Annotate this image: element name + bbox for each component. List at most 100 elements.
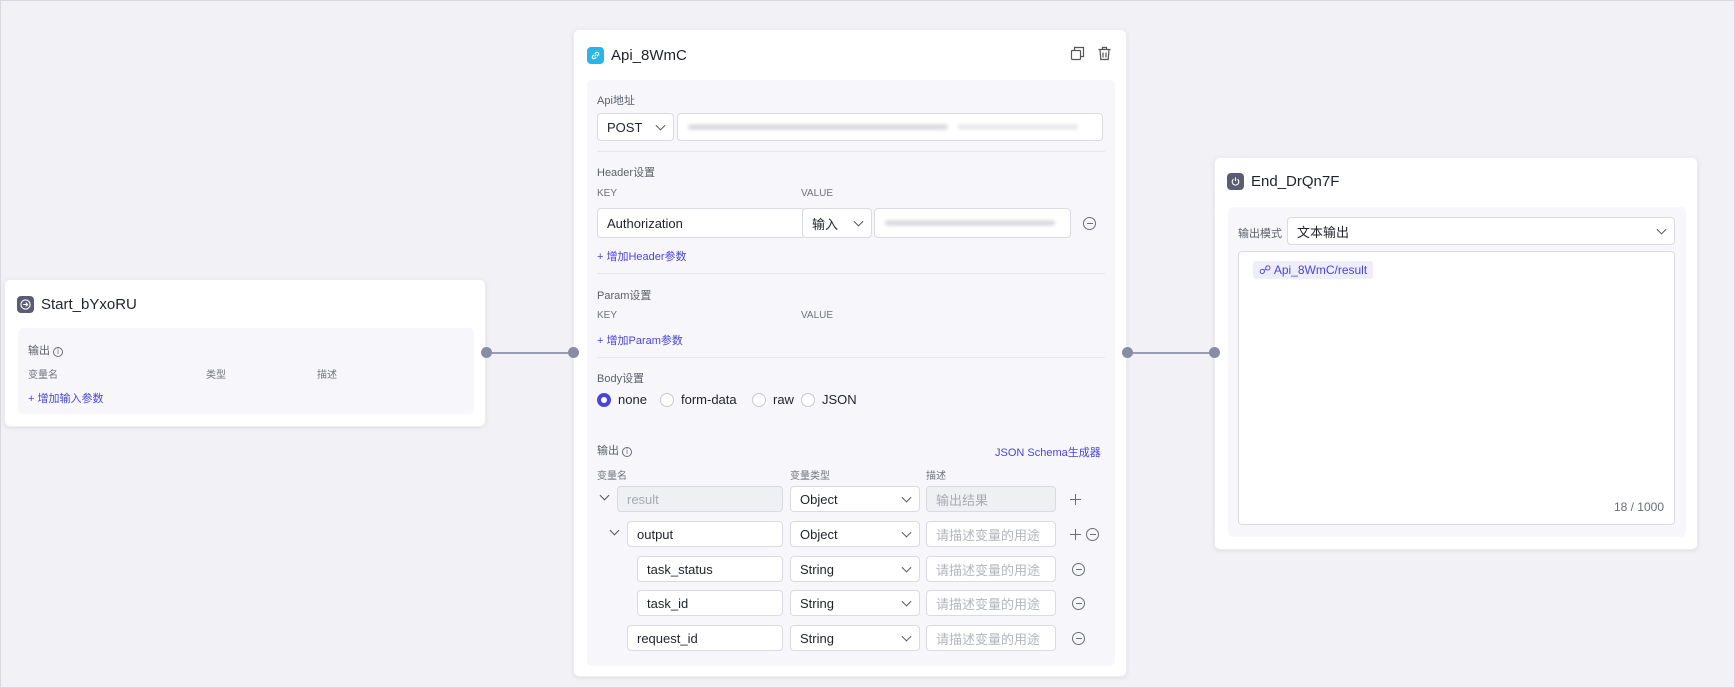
output-type-select[interactable]: Object xyxy=(790,521,920,547)
api-node[interactable]: Api_8WmC Api地址 POST Header设置 KEY VALUE A… xyxy=(573,29,1127,677)
remove-header-icon[interactable] xyxy=(1083,217,1096,230)
method-value: POST xyxy=(607,119,643,135)
remove-row-icon[interactable] xyxy=(1072,632,1085,645)
output-desc-input[interactable]: 请描述变量的用途 xyxy=(926,590,1056,616)
start-output-port[interactable] xyxy=(481,347,492,358)
radio-label: form-data xyxy=(681,392,737,407)
api-config-panel: Api地址 POST Header设置 KEY VALUE Authorizat… xyxy=(587,80,1115,450)
param-key-col: KEY xyxy=(597,310,618,321)
header-value-input[interactable] xyxy=(874,208,1071,238)
chevron-down-icon xyxy=(901,527,912,538)
end-input-port[interactable] xyxy=(1209,347,1220,358)
info-icon: i xyxy=(53,347,63,357)
body-radio-none[interactable]: none xyxy=(597,392,647,407)
add-input-param-button[interactable]: + 增加输入参数 xyxy=(28,390,103,406)
output-type-select[interactable]: String xyxy=(790,556,920,582)
body-radio-raw[interactable]: raw xyxy=(752,392,794,407)
radio-label: none xyxy=(618,392,647,407)
output-name: result xyxy=(627,491,659,507)
api-output-port[interactable] xyxy=(1122,347,1133,358)
variable-tag[interactable]: ☍ Api_8WmC/result xyxy=(1253,261,1374,279)
method-select[interactable]: POST xyxy=(597,113,674,141)
add-param-button[interactable]: + 增加Param参数 xyxy=(597,332,683,348)
output-type: Object xyxy=(800,491,838,507)
start-col-desc: 描述 xyxy=(317,370,337,381)
link-icon: ☍ xyxy=(1259,263,1274,277)
add-header-param-button[interactable]: + 增加Header参数 xyxy=(597,248,687,264)
output-type-select[interactable]: String xyxy=(790,625,920,651)
output-name: task_status xyxy=(647,561,713,577)
output-desc-input[interactable]: 请描述变量的用途 xyxy=(926,625,1056,651)
radio-label: JSON xyxy=(822,392,857,407)
remove-row-icon[interactable] xyxy=(1072,563,1085,576)
output-name-input[interactable]: task_status xyxy=(637,556,783,582)
end-node[interactable]: End_DrQn7F 输出模式 文本输出 ☍ Api_8WmC/result 1… xyxy=(1214,157,1698,550)
body-settings-label: Body设置 xyxy=(597,373,645,385)
output-col-desc: 描述 xyxy=(926,471,946,482)
remove-row-icon[interactable] xyxy=(1072,597,1085,610)
radio-on xyxy=(597,392,611,407)
output-desc-input[interactable]: 请描述变量的用途 xyxy=(926,521,1056,547)
desc-placeholder: 请描述变量的用途 xyxy=(936,527,1041,543)
power-icon xyxy=(1227,172,1244,190)
output-name-input[interactable]: request_id xyxy=(627,625,783,651)
output-mode-select[interactable]: 文本输出 xyxy=(1287,217,1675,245)
output-type: Object xyxy=(800,526,838,542)
chevron-down-icon xyxy=(901,596,912,607)
collapse-caret-icon[interactable] xyxy=(609,525,620,536)
collapse-caret-icon[interactable] xyxy=(599,490,610,501)
start-output-panel: 输出 i 变量名 类型 描述 + 增加输入参数 xyxy=(18,328,474,414)
copy-icon[interactable] xyxy=(1070,46,1085,61)
output-type-select[interactable]: String xyxy=(790,590,920,616)
radio-label: raw xyxy=(773,392,794,407)
output-name-input[interactable]: output xyxy=(627,521,783,547)
header-key-value: Authorization xyxy=(607,215,683,231)
json-schema-generator-link[interactable]: JSON Schema生成器 xyxy=(995,444,1101,460)
start-output-label: 输出 i xyxy=(28,342,63,358)
start-node[interactable]: Start_bYxoRU 输出 i 变量名 类型 描述 + 增加输入参数 xyxy=(4,279,486,427)
chevron-down-icon xyxy=(655,120,666,131)
api-address-label: Api地址 xyxy=(597,95,635,107)
output-name: output xyxy=(637,526,674,542)
header-value-type-select[interactable]: 输入 xyxy=(802,208,872,238)
divider xyxy=(597,273,1105,274)
add-child-icon[interactable] xyxy=(1070,494,1081,505)
output-name: task_id xyxy=(647,595,689,611)
output-type: String xyxy=(800,595,834,611)
radio-off xyxy=(801,392,815,407)
desc-placeholder: 请描述变量的用途 xyxy=(936,562,1041,578)
chevron-down-icon xyxy=(901,492,912,503)
add-child-icon[interactable] xyxy=(1070,529,1081,540)
output-type: String xyxy=(800,561,834,577)
api-url-input[interactable] xyxy=(677,113,1103,141)
output-type-select[interactable]: Object xyxy=(790,486,920,512)
char-counter: 18 / 1000 xyxy=(1613,500,1664,514)
api-output-label: 输出 i xyxy=(597,442,632,458)
output-name-input[interactable]: task_id xyxy=(637,590,783,616)
api-node-title: Api_8WmC xyxy=(611,46,687,64)
desc-placeholder: 请描述变量的用途 xyxy=(936,596,1041,612)
header-key-input[interactable]: Authorization xyxy=(597,208,805,238)
output-text-area[interactable]: ☍ Api_8WmC/result 18 / 1000 xyxy=(1238,251,1675,525)
end-node-title: End_DrQn7F xyxy=(1251,172,1340,190)
api-input-port[interactable] xyxy=(568,347,579,358)
output-desc-input[interactable]: 请描述变量的用途 xyxy=(926,556,1056,582)
end-output-panel: 输出模式 文本输出 ☍ Api_8WmC/result 18 / 1000 xyxy=(1228,207,1686,537)
output-mode-value: 文本输出 xyxy=(1297,224,1350,240)
body-radio-form-data[interactable]: form-data xyxy=(660,392,737,407)
divider xyxy=(597,357,1105,358)
divider xyxy=(597,151,1105,152)
radio-off xyxy=(660,392,674,407)
output-name-input[interactable]: result xyxy=(617,486,783,512)
connector-api-end xyxy=(1127,352,1214,354)
trash-icon[interactable] xyxy=(1097,46,1112,61)
remove-row-icon[interactable] xyxy=(1086,528,1099,541)
header-settings-label: Header设置 xyxy=(597,167,656,179)
radio-off xyxy=(752,392,766,407)
param-value-col: VALUE xyxy=(801,310,834,321)
output-desc-input[interactable]: 输出结果 xyxy=(926,486,1056,512)
output-col-type: 变量类型 xyxy=(790,471,830,482)
body-radio-json[interactable]: JSON xyxy=(801,392,857,407)
header-key-col: KEY xyxy=(597,188,618,199)
end-node-header: End_DrQn7F xyxy=(1227,169,1339,193)
